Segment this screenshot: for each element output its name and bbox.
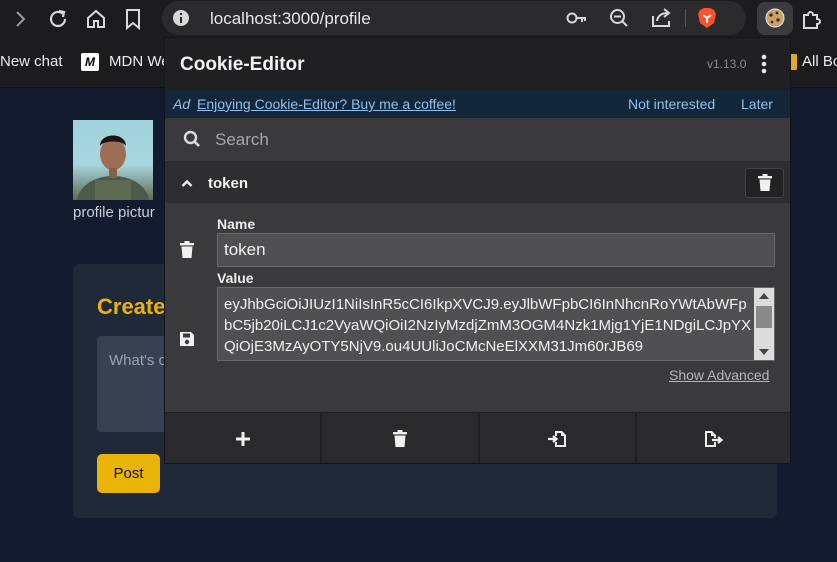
trash-icon	[757, 174, 772, 191]
popup-header: Cookie-Editor v1.13.0	[165, 38, 790, 90]
address-bar[interactable]: localhost:3000/profile	[162, 1, 746, 35]
mdn-logo-icon: M	[81, 53, 99, 71]
extensions-puzzle-icon[interactable]	[799, 7, 823, 31]
value-scrollbar[interactable]	[754, 288, 774, 360]
ad-not-interested-button[interactable]: Not interested	[628, 96, 715, 112]
browser-toolbar: localhost:3000/profile	[0, 0, 837, 38]
search-icon	[183, 130, 201, 148]
reload-icon[interactable]	[46, 7, 70, 31]
ad-later-button[interactable]: Later	[741, 96, 773, 112]
cookie-value-field[interactable]: eyJhbGciOiJIUzI1NiIsInR5cCI6IkpXVCJ9.eyJ…	[217, 287, 775, 361]
home-icon[interactable]	[84, 7, 108, 31]
brave-shields-icon[interactable]	[697, 7, 717, 29]
ad-tag: Ad	[173, 96, 191, 112]
profile-picture-label: profile pictur	[73, 204, 155, 221]
name-label: Name	[217, 216, 256, 232]
export-button[interactable]	[637, 413, 790, 463]
cookie-editor-popup: Cookie-Editor v1.13.0 Ad Enjoying Cookie…	[164, 37, 791, 464]
profile-picture	[73, 120, 153, 200]
show-advanced-link[interactable]: Show Advanced	[669, 367, 769, 383]
post-textarea-placeholder: What's c	[109, 352, 167, 369]
search-input[interactable]	[215, 124, 775, 156]
create-post-title: Create	[97, 294, 166, 319]
value-label: Value	[217, 270, 254, 286]
cookie-name-field[interactable]	[217, 233, 775, 267]
site-info-icon[interactable]	[172, 9, 190, 27]
cookie-details: Name Value eyJhbGciOiJIUzI1NiIsInR5cCI6I…	[165, 203, 790, 428]
url-text[interactable]: localhost:3000/profile	[210, 9, 371, 29]
share-icon[interactable]	[651, 8, 673, 28]
popup-footer	[165, 412, 790, 463]
cookie-name-heading: token	[208, 175, 249, 192]
trash-icon[interactable]	[179, 241, 197, 261]
cookie-icon	[765, 8, 785, 28]
bookmark-new-chat[interactable]: New chat	[0, 53, 63, 70]
ad-link[interactable]: Enjoying Cookie-Editor? Buy me a coffee!	[197, 96, 456, 112]
chevron-up-icon[interactable]	[180, 176, 194, 190]
delete-all-icon	[392, 430, 407, 447]
ad-banner: Ad Enjoying Cookie-Editor? Buy me a coff…	[165, 90, 790, 118]
separator	[685, 9, 686, 27]
export-icon	[705, 431, 724, 447]
popup-title: Cookie-Editor	[180, 54, 305, 75]
delete-cookie-button[interactable]	[745, 168, 784, 198]
forward-icon[interactable]	[8, 7, 32, 31]
add-icon	[235, 432, 250, 446]
password-key-icon[interactable]	[566, 10, 588, 26]
popup-version: v1.13.0	[707, 57, 747, 71]
import-button[interactable]	[480, 413, 637, 463]
bookmark-icon[interactable]	[121, 7, 145, 31]
cookie-editor-extension-button[interactable]	[757, 2, 793, 35]
bookmark-all-bookmarks[interactable]: All Bo	[802, 53, 837, 70]
delete-all-button[interactable]	[322, 413, 480, 463]
add-cookie-button[interactable]	[165, 413, 323, 463]
search-bar	[165, 118, 790, 162]
zoom-out-icon[interactable]	[609, 8, 629, 28]
scroll-up-arrow-icon[interactable]	[759, 293, 769, 299]
post-button[interactable]: Post	[97, 454, 160, 493]
scroll-thumb[interactable]	[756, 306, 772, 328]
bookmark-mdn[interactable]: MDN We	[109, 53, 170, 70]
scroll-down-arrow-icon[interactable]	[759, 349, 769, 355]
kebab-menu-icon[interactable]	[757, 53, 771, 75]
save-icon[interactable]	[179, 331, 197, 349]
cookie-value-text[interactable]: eyJhbGciOiJIUzI1NiIsInR5cCI6IkpXVCJ9.eyJ…	[224, 294, 752, 357]
cookie-item-header[interactable]: token	[165, 163, 790, 203]
import-icon	[548, 431, 567, 447]
